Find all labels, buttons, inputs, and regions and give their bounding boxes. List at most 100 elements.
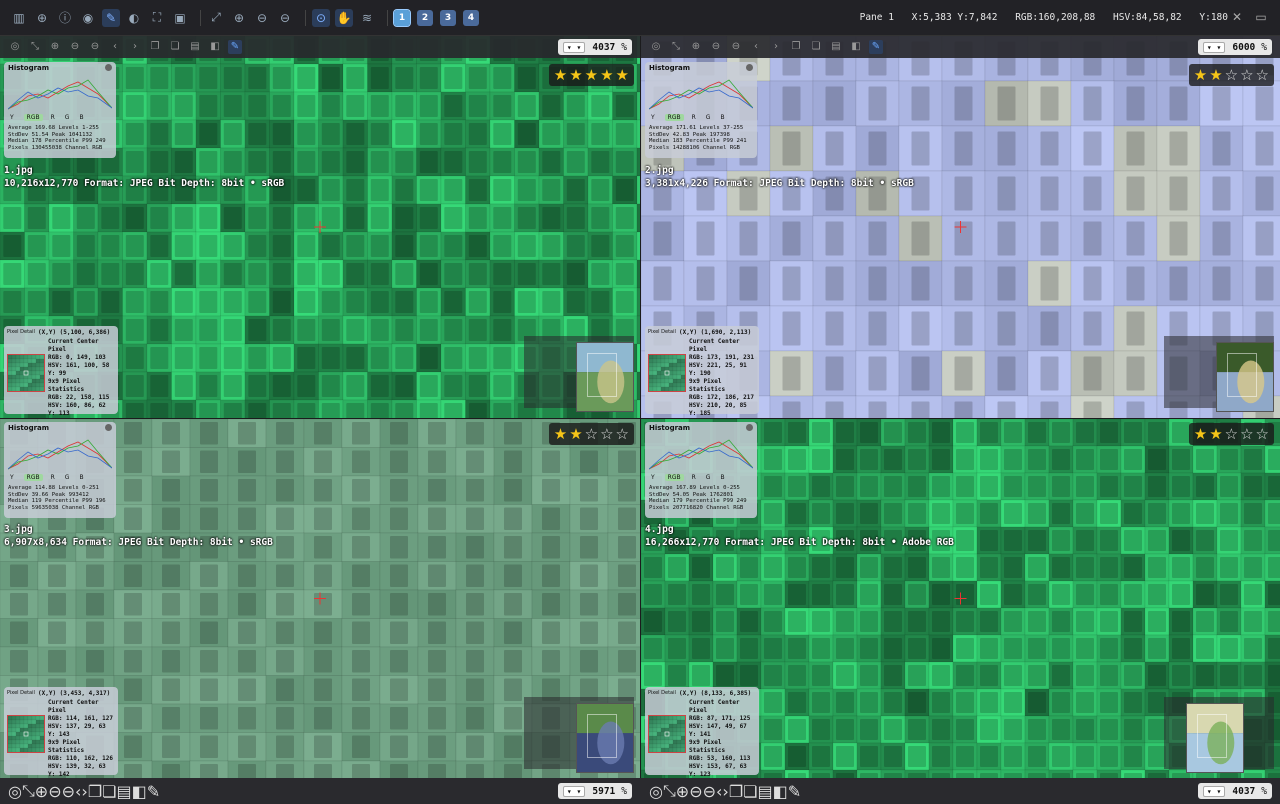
channel-g[interactable]: G: [65, 114, 70, 121]
resize-icon[interactable]: ⤡: [669, 40, 683, 54]
channel-rgb[interactable]: RGB: [664, 114, 684, 121]
zoom-dropdown-icon[interactable]: ▾ ▾: [1202, 785, 1226, 797]
pane-3-zoom-value[interactable]: 5971: [591, 786, 615, 797]
image-pane-3[interactable]: ★ ★ ☆ ☆ ☆ Histogram Y RGB R G B Average 114.88 L…: [0, 419, 640, 778]
split-view-icon[interactable]: ◧: [773, 782, 788, 801]
pane-1-zoom-box[interactable]: ▾ ▾ 4037 %: [557, 39, 632, 55]
circle-icon[interactable]: ◎: [649, 782, 663, 801]
chevron-right-icon[interactable]: ›: [769, 40, 783, 54]
rating-star-4[interactable]: ★: [600, 67, 613, 83]
layout-button-2[interactable]: 2: [417, 9, 433, 26]
rating-star-1[interactable]: ★: [554, 67, 567, 83]
resize-icon[interactable]: ⤡: [28, 40, 42, 54]
image-pane-4[interactable]: ★ ★ ☆ ☆ ☆ Histogram Y RGB R G B Average 167.89 L…: [641, 419, 1280, 778]
pane-3-zoom-box[interactable]: ▾ ▾ 5971 %: [557, 783, 632, 799]
zoom-in-icon[interactable]: ⊕: [676, 782, 689, 801]
histogram-icon[interactable]: ▥: [10, 9, 28, 27]
pane-1-rating[interactable]: ★ ★ ★ ★ ★: [548, 64, 634, 86]
rating-star-1[interactable]: ★: [1194, 67, 1207, 83]
channel-y[interactable]: Y: [10, 474, 14, 481]
zoom-reset-icon[interactable]: ⊖: [88, 40, 102, 54]
pane-2-zoom-value[interactable]: 6000: [1231, 42, 1255, 53]
rating-star-2[interactable]: ★: [569, 67, 582, 83]
image-pane-2[interactable]: ◎ ⤡ ⊕ ⊖ ⊖ ‹ › ❐ ❏ ▤ ◧ ✎ ▾ ▾ 6000 % ★ ★ ☆ ☆ ☆ Histogram …: [641, 36, 1280, 418]
paste-icon[interactable]: ❏: [809, 40, 823, 54]
sync-zoom-icon[interactable]: ⊙: [312, 8, 330, 27]
channel-g[interactable]: G: [65, 474, 70, 481]
paste-icon[interactable]: ❏: [168, 40, 182, 54]
pane-2-zoom-box[interactable]: ▾ ▾ 6000 %: [1197, 39, 1272, 55]
paste-icon[interactable]: ❏: [102, 782, 116, 801]
rating-star-2[interactable]: ★: [1209, 67, 1222, 83]
viewport-indicator[interactable]: [1197, 714, 1227, 758]
channel-b[interactable]: B: [79, 474, 83, 481]
chevron-right-icon[interactable]: ›: [128, 40, 142, 54]
channel-b[interactable]: B: [79, 114, 83, 121]
viewport-indicator[interactable]: [587, 353, 617, 397]
rating-star-3[interactable]: ☆: [1225, 67, 1238, 83]
crosshair-icon[interactable]: ⊕: [33, 9, 51, 27]
rating-star-2[interactable]: ★: [569, 426, 582, 442]
pane-4-navigator[interactable]: [1186, 703, 1244, 773]
rating-star-3[interactable]: ☆: [1225, 426, 1238, 442]
viewport-indicator[interactable]: [587, 714, 617, 758]
expand-icon[interactable]: ⤢: [207, 9, 225, 27]
zoom-in-icon[interactable]: ⊕: [48, 40, 62, 54]
zoom-reset-icon[interactable]: ⊖: [62, 782, 75, 801]
rating-star-3[interactable]: ☆: [585, 426, 598, 442]
camera-icon[interactable]: ◉: [79, 9, 97, 27]
close-icon[interactable]: [105, 424, 112, 431]
channel-g[interactable]: G: [706, 114, 711, 121]
pane-1-zoom-value[interactable]: 4037: [591, 42, 615, 53]
copy-icon[interactable]: ❐: [148, 40, 162, 54]
pan-hand-icon[interactable]: ✋: [335, 8, 353, 27]
pane-4-zoom-value[interactable]: 4037: [1231, 786, 1255, 797]
channel-b[interactable]: B: [720, 114, 724, 121]
zoom-reset-icon[interactable]: ⊖: [729, 40, 743, 54]
zoom-in-icon[interactable]: ⊕: [35, 782, 48, 801]
channel-r[interactable]: R: [692, 114, 696, 121]
pane-4-rating[interactable]: ★ ★ ☆ ☆ ☆: [1188, 423, 1274, 445]
layout-button-1[interactable]: 1: [393, 8, 411, 27]
channel-r[interactable]: R: [692, 474, 696, 481]
rating-star-4[interactable]: ☆: [1240, 426, 1253, 442]
image-pane-1[interactable]: ◎ ⤡ ⊕ ⊖ ⊖ ‹ › ❐ ❏ ▤ ◧ ✎ ▾ ▾ 4037 % ★ ★ ★ ★ ★ Histogram …: [0, 36, 640, 418]
zoom-dropdown-icon[interactable]: ▾ ▾: [1202, 41, 1226, 53]
clipboard-icon[interactable]: ▤: [829, 40, 843, 54]
zoom-out-icon[interactable]: ⊖: [689, 782, 702, 801]
channel-rgb[interactable]: RGB: [664, 474, 684, 481]
clipboard-icon[interactable]: ▤: [758, 782, 773, 801]
rating-star-4[interactable]: ☆: [600, 426, 613, 442]
split-view-icon[interactable]: ◧: [132, 782, 147, 801]
zoom-reset-icon[interactable]: ⊖: [703, 782, 716, 801]
layout-button-3[interactable]: 3: [440, 9, 456, 26]
resize-icon[interactable]: ⤡: [663, 781, 676, 801]
pane-2-rating[interactable]: ★ ★ ☆ ☆ ☆: [1188, 64, 1274, 86]
copy-icon[interactable]: ❐: [789, 40, 803, 54]
channel-b[interactable]: B: [720, 474, 724, 481]
close-icon[interactable]: ✕: [1230, 10, 1244, 24]
pane-2-navigator[interactable]: [1216, 342, 1274, 412]
zoom-dropdown-icon[interactable]: ▾ ▾: [562, 785, 586, 797]
split-view-icon[interactable]: ◧: [849, 40, 863, 54]
circle-icon[interactable]: ◎: [8, 40, 22, 54]
layout-button-4[interactable]: 4: [463, 9, 479, 26]
rating-star-5[interactable]: ☆: [1256, 426, 1269, 442]
clipboard-icon[interactable]: ▤: [117, 782, 132, 801]
channel-r[interactable]: R: [51, 114, 55, 121]
close-icon[interactable]: [105, 64, 112, 71]
eyedropper-icon[interactable]: ✎: [869, 40, 883, 54]
channel-y[interactable]: Y: [10, 114, 14, 121]
zoom-out-icon[interactable]: ⊖: [48, 782, 61, 801]
window-icon[interactable]: ▭: [1254, 10, 1268, 24]
eyedropper-icon[interactable]: ✎: [228, 40, 242, 54]
zoom-dropdown-icon[interactable]: ▾ ▾: [562, 41, 586, 53]
rating-star-5[interactable]: ☆: [1256, 67, 1269, 83]
rating-star-1[interactable]: ★: [1194, 426, 1207, 442]
channel-rgb[interactable]: RGB: [23, 114, 43, 121]
eyedropper-icon[interactable]: ✎: [788, 782, 801, 801]
layers-icon[interactable]: ≋: [358, 9, 376, 27]
pane-3-rating[interactable]: ★ ★ ☆ ☆ ☆: [548, 423, 634, 445]
channel-g[interactable]: G: [706, 474, 711, 481]
rating-star-4[interactable]: ☆: [1240, 67, 1253, 83]
